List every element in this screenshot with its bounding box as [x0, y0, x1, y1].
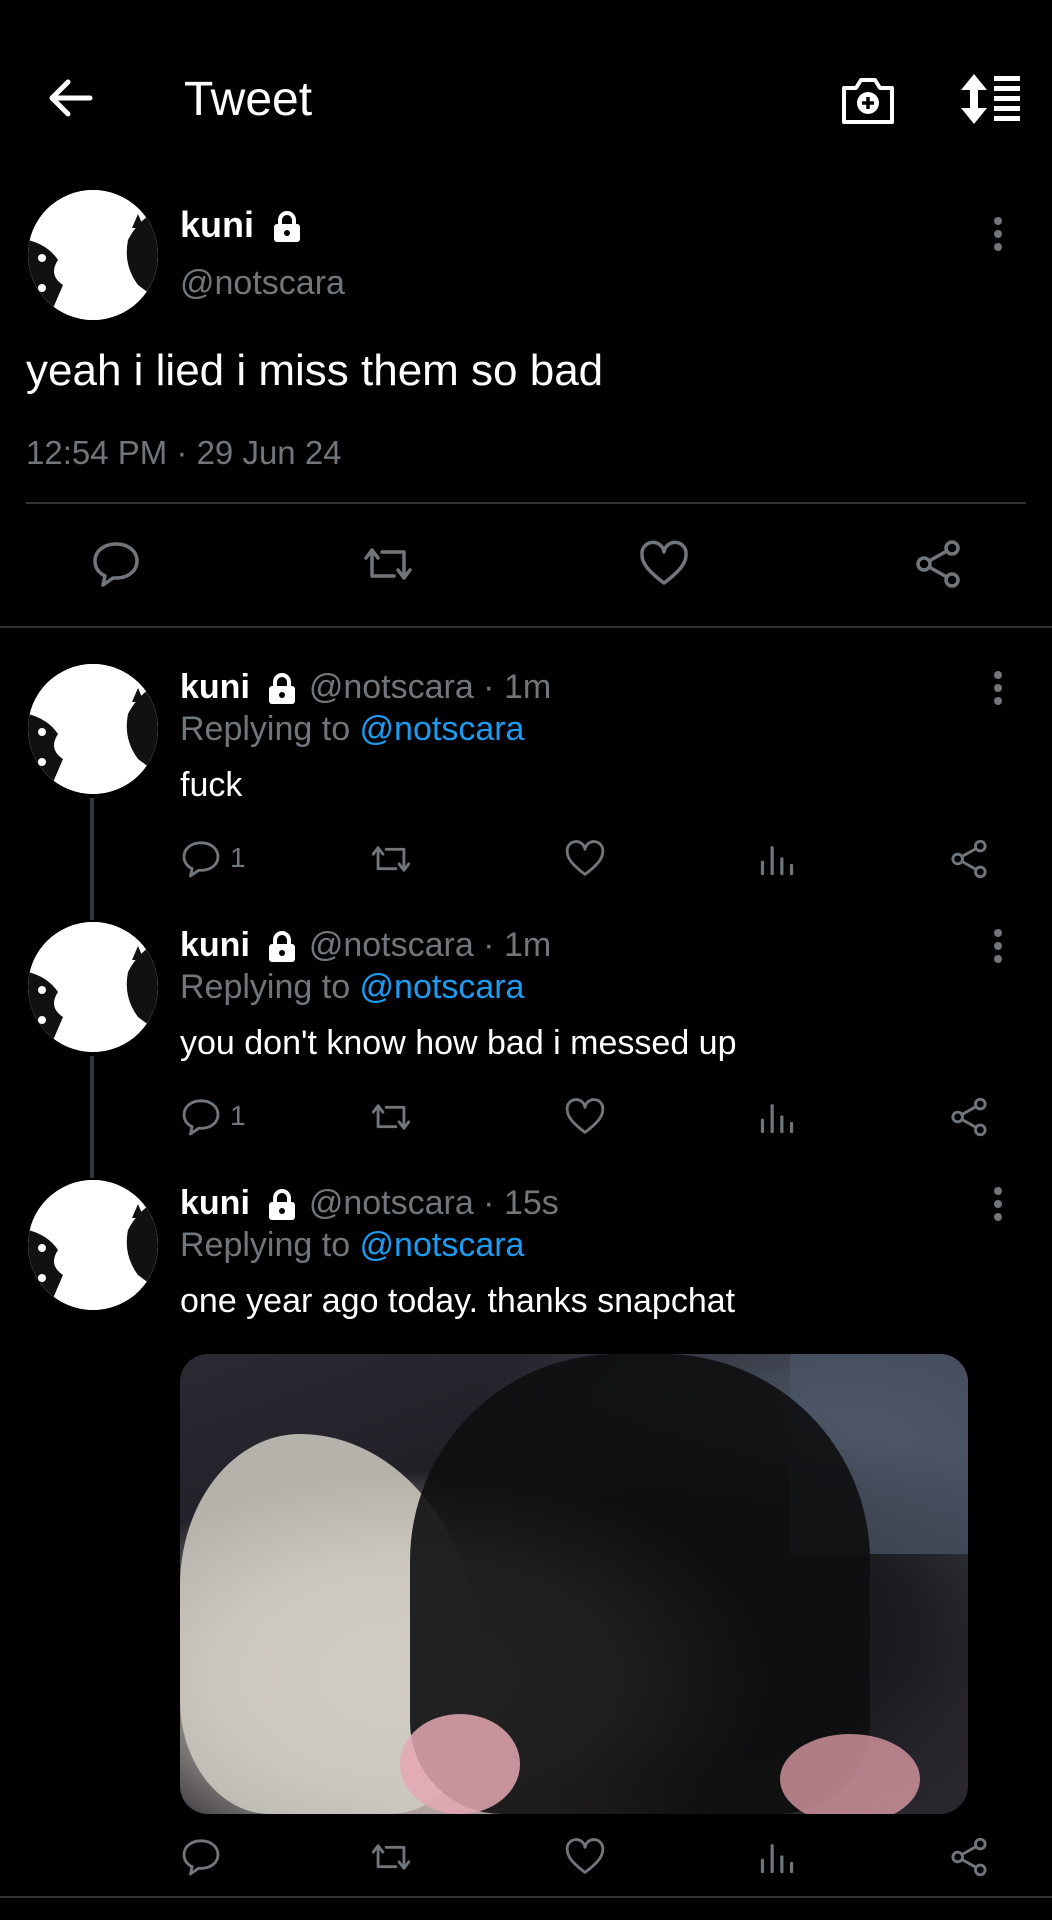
divider [0, 626, 1052, 628]
camera-icon[interactable] [840, 72, 896, 126]
back-arrow-icon[interactable] [44, 72, 96, 124]
author-name[interactable]: kuni [180, 926, 250, 964]
replying-to: Replying to @notscara [180, 1226, 525, 1264]
author-name[interactable]: kuni [180, 1184, 250, 1222]
lock-icon [274, 211, 301, 243]
replying-to: Replying to @notscara [180, 710, 525, 748]
retweet-icon[interactable] [370, 838, 412, 880]
sort-replies-icon[interactable] [958, 72, 1022, 126]
tweet-photo[interactable] [180, 1354, 968, 1814]
tweet-timestamp: 12:54 PM · 29 Jun 24 [26, 434, 342, 471]
thread-line [90, 798, 94, 920]
avatar[interactable] [28, 1180, 158, 1310]
analytics-icon[interactable] [756, 1096, 798, 1138]
share-icon[interactable] [912, 538, 964, 590]
retweet-icon[interactable] [370, 1096, 412, 1138]
tweet-text: yeah i lied i miss them so bad [26, 346, 604, 395]
reply-text: you don't know how bad i messed up [180, 1024, 737, 1062]
thread-line [90, 1056, 94, 1178]
author-name[interactable]: kuni [180, 668, 250, 706]
like-icon[interactable] [564, 1096, 606, 1138]
reply-meta: @notscara · 1m [308, 668, 552, 706]
like-icon[interactable] [638, 538, 690, 590]
share-icon[interactable] [948, 1836, 990, 1878]
author-name[interactable]: kuni [180, 204, 304, 246]
reply-count: 1 [230, 1100, 246, 1131]
avatar[interactable] [28, 922, 158, 1052]
reply-text: fuck [180, 766, 243, 804]
replying-to: Replying to @notscara [180, 968, 525, 1006]
lock-icon [269, 931, 296, 963]
mention-link[interactable]: @notscara [360, 968, 525, 1006]
avatar[interactable] [28, 190, 158, 320]
retweet-icon[interactable] [362, 538, 414, 590]
author-handle: @notscara [180, 264, 345, 302]
photo-region [780, 1734, 920, 1814]
reply-header: kuni @notscara · 1m [180, 668, 551, 707]
mention-link[interactable]: @notscara [360, 1226, 525, 1264]
more-options-icon[interactable] [992, 670, 1004, 706]
lock-icon [269, 1189, 296, 1221]
mention-link[interactable]: @notscara [360, 710, 525, 748]
more-options-icon[interactable] [992, 216, 1004, 252]
reply-header: kuni @notscara · 15s [180, 1184, 559, 1223]
divider [0, 1896, 1052, 1898]
divider [26, 502, 1026, 504]
avatar[interactable] [28, 664, 158, 794]
retweet-icon[interactable] [370, 1836, 412, 1878]
reply-icon[interactable] [180, 1096, 222, 1138]
analytics-icon[interactable] [756, 1836, 798, 1878]
reply-count: 1 [230, 842, 246, 873]
reply-meta: @notscara · 1m [308, 926, 552, 964]
analytics-icon[interactable] [756, 838, 798, 880]
reply-icon[interactable] [180, 838, 222, 880]
page-title: Tweet [184, 73, 313, 126]
lock-icon [269, 673, 296, 705]
like-icon[interactable] [564, 1836, 606, 1878]
reply-icon[interactable] [180, 1836, 222, 1878]
reply-icon[interactable] [90, 538, 142, 590]
more-options-icon[interactable] [992, 1186, 1004, 1222]
reply-text: one year ago today. thanks snapchat [180, 1282, 736, 1320]
top-bar: Tweet [0, 0, 1052, 200]
share-icon[interactable] [948, 1096, 990, 1138]
reply-header: kuni @notscara · 1m [180, 926, 551, 965]
like-icon[interactable] [564, 838, 606, 880]
more-options-icon[interactable] [992, 928, 1004, 964]
photo-region [400, 1714, 520, 1814]
share-icon[interactable] [948, 838, 990, 880]
reply-meta: @notscara · 15s [308, 1184, 559, 1222]
